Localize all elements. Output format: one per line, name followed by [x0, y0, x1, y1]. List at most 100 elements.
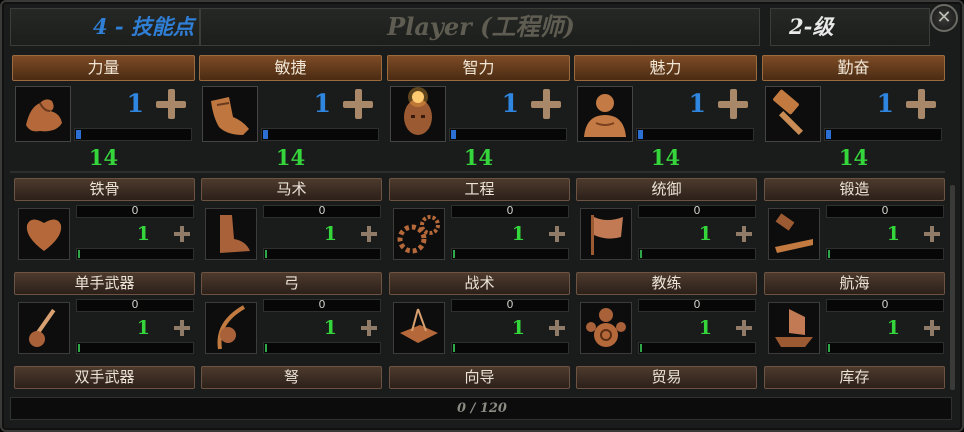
attribute-value: 1 — [688, 89, 706, 118]
attribute-progress-bar — [74, 128, 192, 141]
increase-skill-button[interactable] — [922, 318, 942, 338]
player-title: Player (工程师) — [387, 12, 575, 41]
attribute-total: 14 — [463, 145, 494, 170]
attribute-diligence: 勤奋 1 — [762, 55, 945, 145]
anvil-hammer-icon — [768, 208, 820, 260]
skill-xp: 0 — [131, 298, 139, 311]
attribute-label: 智力 — [387, 55, 570, 81]
points-bar: 0 / 120 — [10, 397, 952, 420]
close-button[interactable]: ✕ — [930, 4, 958, 32]
skill-value: 1 — [511, 317, 525, 339]
skill-inventory[interactable]: 库存 — [764, 366, 945, 389]
skill-riding: 马术 0 1 — [201, 178, 382, 264]
skill-label: 弓 — [201, 272, 382, 295]
attribute-value: 1 — [876, 89, 894, 118]
skill-xp: 0 — [693, 298, 701, 311]
skill-value: 1 — [886, 317, 900, 339]
skill-value: 1 — [698, 317, 712, 339]
training-dummy-icon — [580, 302, 632, 354]
skill-value: 1 — [323, 223, 337, 245]
attribute-label: 敏捷 — [199, 55, 382, 81]
close-icon: ✕ — [936, 7, 952, 28]
map-compass-icon — [393, 302, 445, 354]
boot-icon — [202, 86, 258, 142]
attribute-progress-bar — [261, 128, 379, 141]
glowing-head-icon — [390, 86, 446, 142]
bow-hand-icon — [205, 302, 257, 354]
skill-tactics: 战术 0 1 — [389, 272, 570, 358]
skill-progress-bar — [638, 342, 756, 354]
skill-trainer: 教练 0 1 — [576, 272, 757, 358]
heart-icon — [18, 208, 70, 260]
skill-progress-bar — [451, 342, 569, 354]
skill-label: 马术 — [201, 178, 382, 201]
skill-label: 贸易 — [576, 366, 757, 389]
increase-intelligence-button[interactable] — [527, 85, 565, 123]
section-divider — [10, 171, 945, 173]
attribute-strength: 力量 1 — [12, 55, 195, 145]
increase-agility-button[interactable] — [339, 85, 377, 123]
increase-skill-button[interactable] — [547, 224, 567, 244]
skill-pathfinding[interactable]: 向导 — [389, 366, 570, 389]
skill-xp: 0 — [506, 298, 514, 311]
skill-progress-bar — [826, 248, 944, 260]
increase-skill-button[interactable] — [734, 318, 754, 338]
level-header: 2-级 — [770, 8, 930, 46]
skill-progress-bar — [76, 342, 194, 354]
skill-label: 库存 — [764, 366, 945, 389]
scrollbar[interactable] — [950, 185, 955, 390]
skill-label: 锻造 — [764, 178, 945, 201]
attribute-label: 魅力 — [574, 55, 757, 81]
banner-flag-icon — [580, 208, 632, 260]
points-counter: 0 / 120 — [457, 401, 507, 416]
increase-strength-button[interactable] — [152, 85, 190, 123]
increase-skill-button[interactable] — [547, 318, 567, 338]
skill-label: 铁骨 — [14, 178, 195, 201]
increase-skill-button[interactable] — [922, 224, 942, 244]
skill-xp: 0 — [881, 204, 889, 217]
attribute-total: 14 — [838, 145, 869, 170]
skill-xp: 0 — [131, 204, 139, 217]
increase-diligence-button[interactable] — [902, 85, 940, 123]
attribute-total: 14 — [88, 145, 119, 170]
increase-charisma-button[interactable] — [714, 85, 752, 123]
skill-bow: 弓 0 1 — [201, 272, 382, 358]
hammer-icon — [765, 86, 821, 142]
skill-points-header: 4 - 技能点 — [10, 8, 200, 46]
skill-crossbow[interactable]: 弩 — [201, 366, 382, 389]
skill-xp: 0 — [693, 204, 701, 217]
skill-two-handed[interactable]: 双手武器 — [14, 366, 195, 389]
ship-icon — [768, 302, 820, 354]
attribute-total: 14 — [275, 145, 306, 170]
attribute-label: 勤奋 — [762, 55, 945, 81]
increase-skill-button[interactable] — [734, 224, 754, 244]
skill-one-handed: 单手武器 0 1 — [14, 272, 195, 358]
skill-label: 工程 — [389, 178, 570, 201]
skill-xp: 0 — [881, 298, 889, 311]
skill-smithing: 锻造 0 1 — [764, 178, 945, 264]
attribute-value: 1 — [501, 89, 519, 118]
skill-progress-bar — [263, 248, 381, 260]
skill-value: 1 — [698, 223, 712, 245]
skill-xp: 0 — [318, 298, 326, 311]
skill-progress-bar — [638, 248, 756, 260]
attribute-progress-bar — [824, 128, 942, 141]
gears-icon — [393, 208, 445, 260]
skill-progress-bar — [76, 248, 194, 260]
skill-value: 1 — [323, 317, 337, 339]
attribute-label: 力量 — [12, 55, 195, 81]
increase-skill-button[interactable] — [359, 224, 379, 244]
skill-value: 1 — [886, 223, 900, 245]
skill-label: 单手武器 — [14, 272, 195, 295]
skill-progress-bar — [451, 248, 569, 260]
increase-skill-button[interactable] — [359, 318, 379, 338]
attribute-charisma: 魅力 1 — [574, 55, 757, 145]
increase-skill-button[interactable] — [172, 224, 192, 244]
skill-xp: 0 — [506, 204, 514, 217]
attribute-progress-bar — [636, 128, 754, 141]
attribute-agility: 敏捷 1 — [199, 55, 382, 145]
skill-trade[interactable]: 贸易 — [576, 366, 757, 389]
skill-points-label: 4 - 技能点 — [93, 14, 194, 39]
increase-skill-button[interactable] — [172, 318, 192, 338]
bust-figure-icon — [577, 86, 633, 142]
